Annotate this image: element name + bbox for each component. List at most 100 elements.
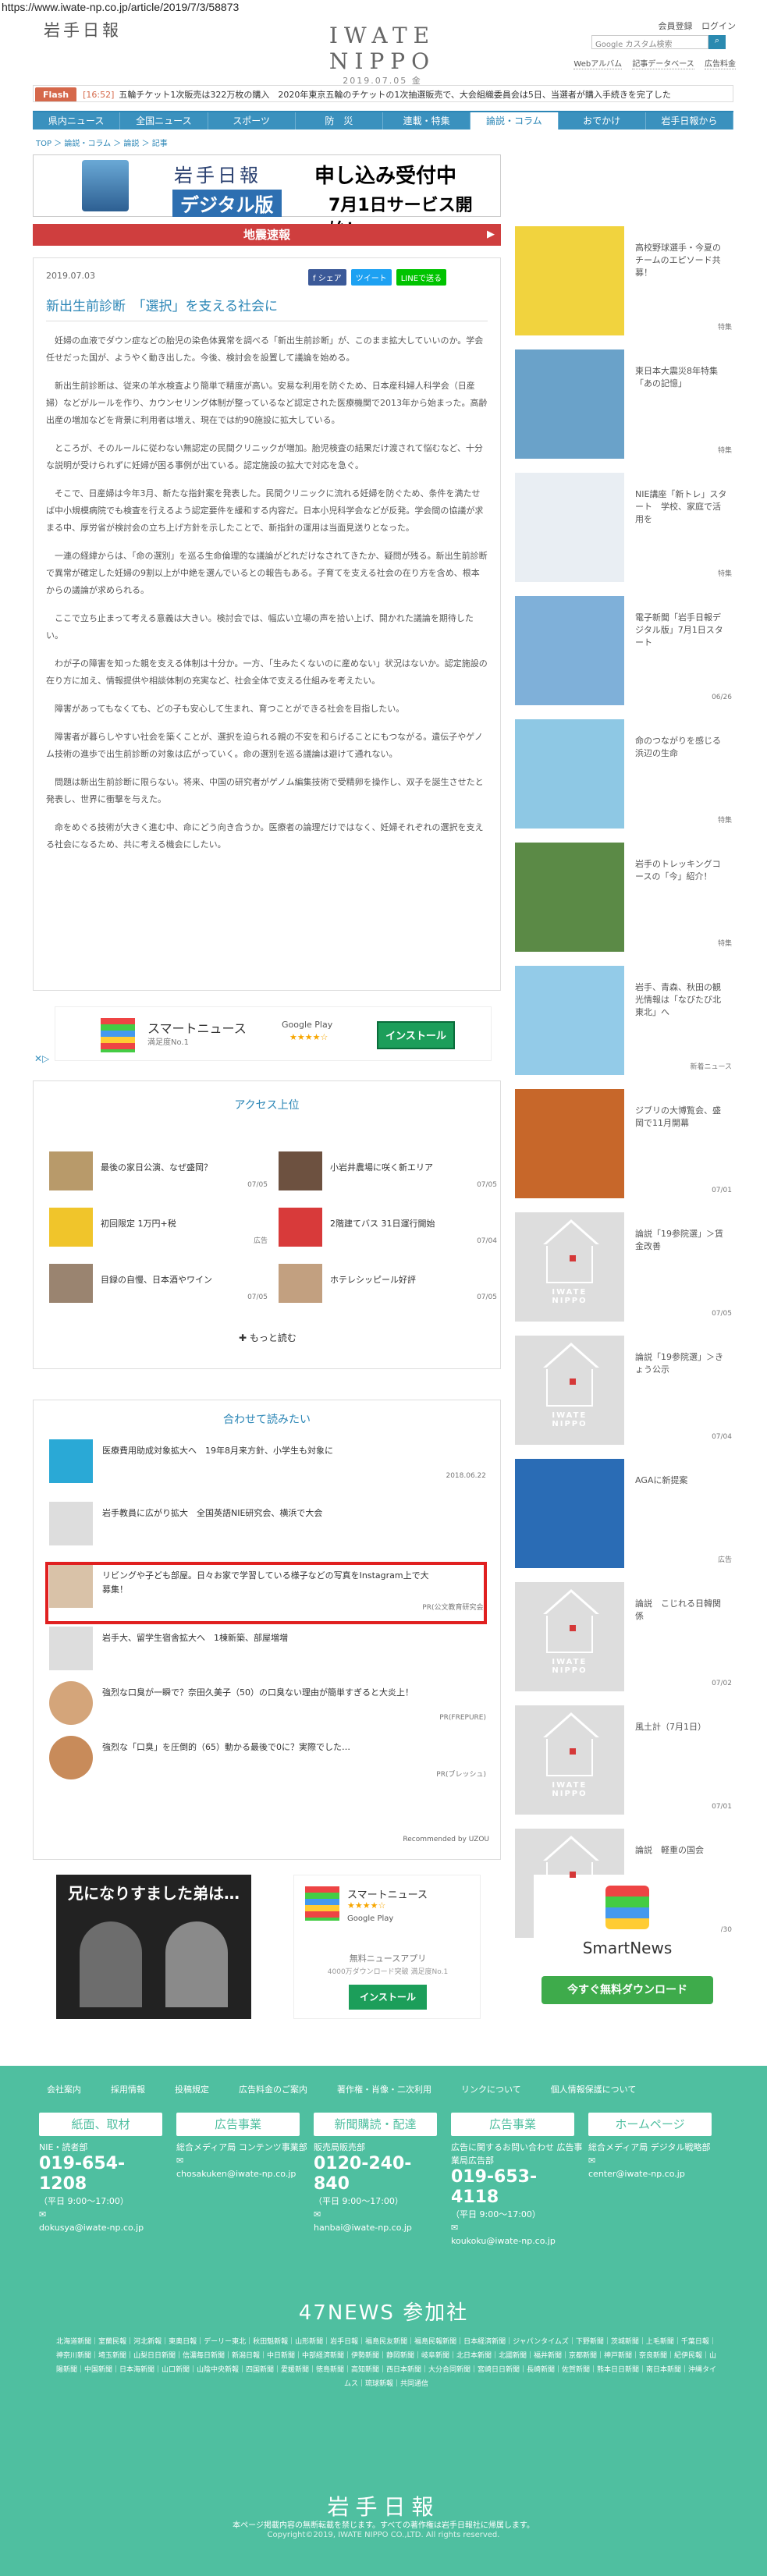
iwate-nippo-placeholder: IWATENIPPO [515, 1582, 624, 1691]
47news-papers[interactable]: 北海道新聞｜室蘭民報｜河北新報｜東奥日報｜デーリー東北｜秋田魁新報｜山形新聞｜岩… [55, 2335, 718, 2391]
nav-item[interactable]: 岩手日報から [646, 112, 733, 130]
nav-item[interactable]: 県内ニュース [33, 112, 121, 130]
side-card[interactable]: 電子新聞「岩手日報デジタル版」7月1日スタート 06/26 [515, 596, 735, 709]
ranking-item[interactable]: 目録の自慢、日本酒やワイン 07/05 [49, 1264, 268, 1303]
side-card[interactable]: 岩手のトレッキングコースの「今」紹介！ 特集 [515, 843, 735, 956]
side-card[interactable]: IWATE NIPPO 風土計（7月1日） 07/01 [515, 1705, 735, 1818]
footer-link[interactable]: 著作権・肖像・二次利用 [337, 2083, 431, 2095]
ad-choices-icon[interactable]: ✕▷ [34, 1053, 49, 1064]
smartnews-download-ad[interactable]: SmartNews 今すぐ無料ダウンロード [534, 1875, 721, 2019]
side-card[interactable]: NIE講座「新トレ」スタート 学校、家庭で活用を 特集 [515, 473, 735, 586]
database-link[interactable]: 記事データベース [632, 60, 694, 69]
side-card[interactable]: 岩手、青森、秋田の観光情報は「なびたび北東北」へ 新着ニュース [515, 966, 735, 1079]
side-card[interactable]: IWATE NIPPO 論説「19参院選」＞賃金改善 07/05 [515, 1212, 735, 1325]
side-thumbnail [515, 473, 624, 582]
digital-edition-banner[interactable]: 岩手日報 デジタル版 申し込み受付中 7月1日サービス開始！ [33, 154, 501, 240]
flash-ticker[interactable]: Flash [16:52] 五輪チケット1次販売は322万枚の購入 2020年東京五… [33, 85, 733, 102]
nav-item-active[interactable]: 論説・コラム [470, 112, 559, 130]
ranking-item[interactable]: ホテレシッピール好評 07/05 [279, 1264, 497, 1303]
footer-category: 広告事業 [176, 2113, 300, 2136]
related-item[interactable]: 岩手教員に広がり拡大 全国英語NIE研究会、横浜で大会 [49, 1502, 486, 1549]
login-link[interactable]: ログイン [701, 21, 736, 31]
related-item[interactable]: 強烈な「口臭」を圧倒的（65）動かる最後で0に？実際でした… PR(ブレッシュ) [49, 1736, 486, 1783]
ranking-thumbnail [49, 1264, 93, 1303]
article-title: 新出生前診断 「選択」を支える社会に [46, 295, 488, 321]
banner-heading: 申し込み受付中 [314, 165, 457, 188]
related-title: 岩手教員に広がり拡大 全国英語NIE研究会、横浜で大会 [102, 1508, 323, 1518]
mail-icon: ✉ [314, 2209, 321, 2219]
breadcrumb[interactable]: TOP ＞ 論説・コラム ＞ 論説 ＞ 記事 [36, 137, 168, 148]
side-thumbnail [515, 596, 624, 705]
side-card[interactable]: IWATE NIPPO 論説 こじれる日韓関係 07/02 [515, 1582, 735, 1695]
smartnews-ad[interactable]: スマートニュース 満足度No.1 Google Play ★★★★☆ インストー… [55, 1006, 492, 1061]
iwate-nippo-placeholder: IWATENIPPO [515, 1336, 624, 1445]
tweet-button[interactable]: ツイート [350, 269, 392, 286]
side-card-label: 07/02 [712, 1680, 732, 1687]
line-share-button[interactable]: LINEで送る [396, 269, 447, 286]
flash-text[interactable]: 五輪チケット1次販売は322万枚の購入 2020年東京五輪のチケットの1次抽選販… [119, 90, 671, 100]
web-album-link[interactable]: Webアルバム [573, 60, 623, 69]
ranking-item[interactable]: 最後の家日公演、なぜ盛岡？ 07/05 [49, 1151, 268, 1190]
search-icon[interactable]: ⌕ [708, 35, 726, 49]
related-articles: 合わせて読みたい 医療費用助成対象拡大へ 19年8月来方針、小学生も対象に 201… [33, 1400, 501, 1860]
search-input[interactable]: Google カスタム検索 [591, 35, 708, 49]
contact-dept: 総合メディア局 コンテンツ事業部 [176, 2142, 307, 2152]
address-bar[interactable]: https://www.iwate-np.co.jp/article/2019/… [0, 0, 767, 15]
nav-item[interactable]: おでかけ [559, 112, 646, 130]
footer-category: 広告事業 [451, 2113, 574, 2136]
manga-figure [165, 1921, 228, 2007]
phone-number[interactable]: 019-654-1208 [39, 2154, 172, 2195]
download-button[interactable]: 今すぐ無料ダウンロード [542, 1976, 713, 2004]
related-item[interactable]: 岩手大、留学生宿舎拡大へ 1棟新築、部屋増増 [49, 1627, 486, 1673]
site-logo[interactable]: IWATE NIPPO 2019.07.05 金 [297, 23, 468, 87]
install-button[interactable]: インストール [377, 1021, 455, 1049]
footer-link[interactable]: 会社案内 [47, 2083, 81, 2095]
footer-contact: 総合メディア局 デジタル戦略部 ✉ center@iwate-np.co.jp [588, 2141, 721, 2180]
related-item[interactable]: 強烈な口臭が一瞬で？奈田久美子（50）の口臭ない理由が簡単すぎると大炎上！ PR(… [49, 1681, 486, 1728]
contact-email[interactable]: chosakuken@iwate-np.co.jp [176, 2167, 309, 2180]
related-item[interactable]: 医療費用助成対象拡大へ 19年8月来方針、小学生も対象に 2018.06.22 [49, 1439, 486, 1486]
mail-icon: ✉ [39, 2209, 47, 2219]
nav-item[interactable]: 防 災 [296, 112, 383, 130]
smartnews-app-ad[interactable]: スマートニュース ★★★★☆ Google Play 無料ニュースアプリ 400… [293, 1875, 481, 2019]
ranking-item[interactable]: 2階建てバス 31日運行開始 07/04 [279, 1208, 497, 1247]
rating-stars: ★★★★☆ [289, 1032, 328, 1042]
side-card[interactable]: ジブリの大博覧会、盛岡で11月開幕 07/01 [515, 1089, 735, 1202]
nav-item[interactable]: 全国ニュース [120, 112, 208, 130]
footer-contact: 販売局販売部 0120-240-840 （平日 9:00〜17:00） ✉ hanbai… [314, 2141, 446, 2234]
nav-item[interactable]: 連載・特集 [383, 112, 471, 130]
footer-contact: NIE・読者部 019-654-1208 （平日 9:00〜17:00） ✉ dokus… [39, 2141, 172, 2234]
contact-email[interactable]: center@iwate-np.co.jp [588, 2167, 721, 2180]
related-title: 強烈な「口臭」を圧倒的（65）動かる最後で0に？実際でした… [102, 1742, 350, 1752]
register-link[interactable]: 会員登録 [659, 21, 693, 31]
side-card[interactable]: IWATE NIPPO 論説「19参院選」＞きょう公示 07/04 [515, 1336, 735, 1449]
manga-ad[interactable]: 兄になりすました弟は… [56, 1875, 251, 2019]
smartnews-logo [605, 1886, 649, 1929]
footer-link[interactable]: 採用情報 [111, 2083, 145, 2095]
side-card[interactable]: 東日本大震災8年特集「あの記憶」 特集 [515, 349, 735, 463]
side-card[interactable]: 命のつながりを感じる浜辺の生命 特集 [515, 719, 735, 832]
earthquake-alert-bar[interactable]: 地震速報 ▶ [33, 224, 501, 246]
facebook-share-button[interactable]: f シェア [308, 269, 346, 286]
footer-link[interactable]: 個人情報保護について [551, 2083, 637, 2095]
phone-number[interactable]: 0120-240-840 [314, 2154, 446, 2195]
phone-number[interactable]: 019-653-4118 [451, 2167, 584, 2208]
contact-email[interactable]: koukoku@iwate-np.co.jp [451, 2234, 584, 2248]
contact-email[interactable]: dokusya@iwate-np.co.jp [39, 2221, 172, 2234]
footer-link[interactable]: 投稿規定 [175, 2083, 209, 2095]
recommended-by[interactable]: Recommended by UZOU [403, 1836, 489, 1843]
side-card-title: 高校野球選手・今夏のチームのエピソード共募！ [635, 243, 721, 278]
footer-link[interactable]: 広告料金のご案内 [239, 2083, 307, 2095]
more-link[interactable]: ✚ もっと読む [34, 1331, 502, 1344]
side-card[interactable]: 高校野球選手・今夏のチームのエピソード共募！ 特集 [515, 226, 735, 339]
ranking-item[interactable]: 初回限定 1万円+税 広告 [49, 1208, 268, 1247]
footer-link[interactable]: リンクについて [461, 2083, 521, 2095]
side-card-label: 新着ニュース [690, 1063, 732, 1071]
ranking-item[interactable]: 小岩井農場に咲く新エリア 07/05 [279, 1151, 497, 1190]
install-button[interactable]: インストール [349, 1985, 427, 2010]
ad-rate-link[interactable]: 広告料金 [705, 60, 736, 69]
nav-item[interactable]: スポーツ [208, 112, 296, 130]
small-logo[interactable]: 岩手日報 [44, 18, 122, 41]
contact-email[interactable]: hanbai@iwate-np.co.jp [314, 2221, 446, 2234]
side-card[interactable]: AGAに新提案 広告 [515, 1459, 735, 1572]
